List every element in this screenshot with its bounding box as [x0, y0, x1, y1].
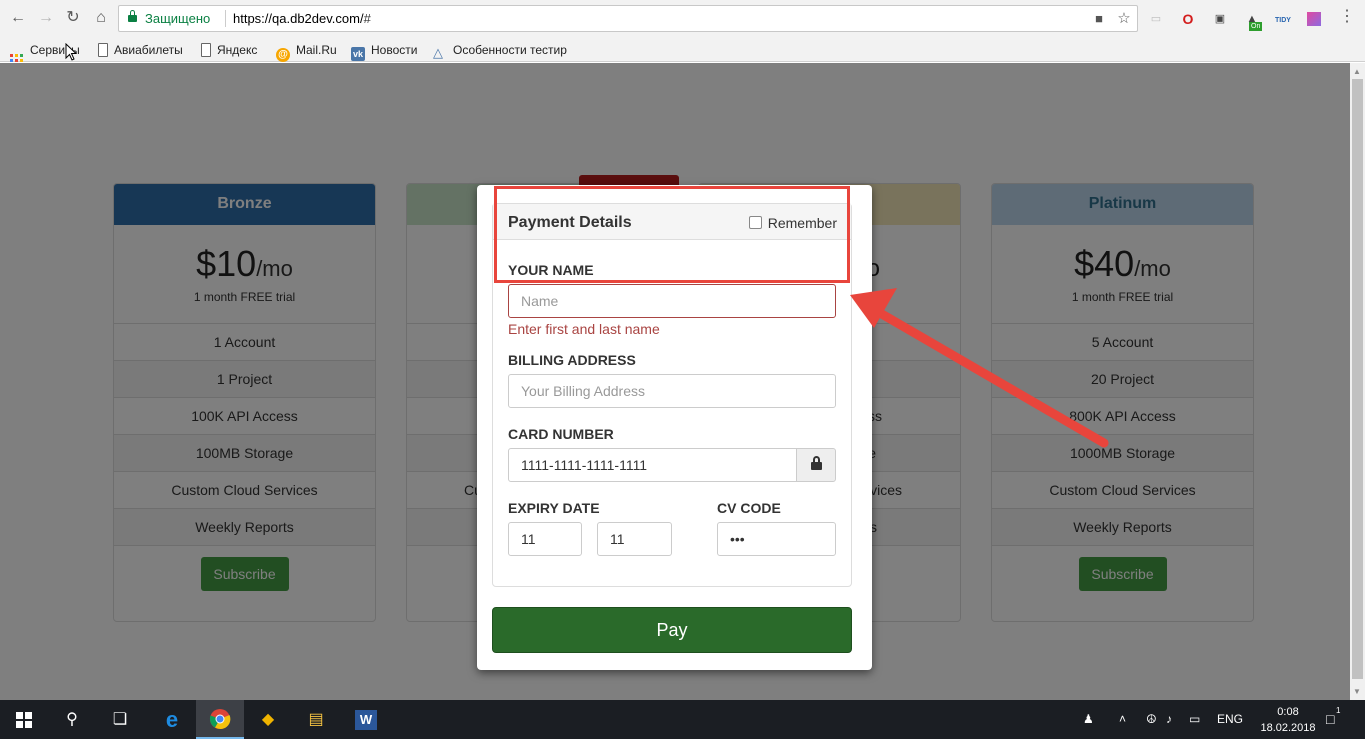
html-tidy-extension-icon[interactable]: TIDY — [1274, 10, 1292, 28]
bookmark-aviabilety[interactable]: Авиабилеты — [98, 41, 183, 59]
start-button[interactable] — [0, 700, 48, 739]
forward-arrow-icon[interactable]: → — [36, 8, 56, 28]
search-icon[interactable]: ⚲ — [48, 700, 96, 739]
page-icon — [201, 43, 211, 57]
chrome-menu-icon[interactable]: ⋮ — [1338, 9, 1356, 28]
url-separator — [225, 10, 226, 27]
blocked-popup-icon[interactable]: ■ — [1091, 11, 1107, 27]
git-app-icon[interactable]: ◆ — [244, 700, 292, 739]
home-icon[interactable]: ⌂ — [91, 8, 111, 28]
bookmark-osobennosti[interactable]: △ Особенности тестир — [433, 41, 567, 60]
browser-toolbar: ← → ↻ ⌂ Защищено https://qa.db2dev.com/#… — [0, 0, 1365, 37]
windows-logo-icon — [16, 712, 32, 728]
people-icon[interactable]: ♟ — [1083, 700, 1094, 739]
notifications-icon[interactable]: □ 1 — [1326, 700, 1340, 739]
bookmark-yandex[interactable]: Яндекс — [201, 41, 257, 59]
mouse-cursor-icon — [65, 43, 77, 61]
tray-expand-icon[interactable]: ˄ — [1119, 700, 1126, 739]
bookmark-mailru[interactable]: @ Mail.Ru — [276, 41, 337, 62]
clock[interactable]: 0:08 18.02.2018 — [1258, 704, 1318, 736]
chrome-taskbar-icon[interactable] — [196, 700, 244, 739]
battery-icon[interactable]: ▭ — [1189, 700, 1200, 739]
network-icon[interactable]: ☮ — [1146, 700, 1157, 739]
pdf-extension-icon[interactable]: ▭ — [1147, 10, 1165, 28]
task-view-icon[interactable]: ❏ — [96, 700, 144, 739]
extension-on-icon[interactable]: ▲ On — [1243, 10, 1263, 31]
secure-label: Защищено — [145, 11, 211, 26]
windows-taskbar: ⚲ ❏ e ◆ ▤ W ♟ ˄ ☮ ♪ ▭ ENG 0:08 18.02.201… — [0, 700, 1365, 739]
bookmarks-bar: Сервисы Авиабилеты Яндекс @ Mail.Ru vk Нов… — [0, 37, 1365, 68]
mailru-icon: @ — [276, 48, 290, 62]
annotation-arrow-icon — [850, 288, 1109, 448]
scroll-thumb[interactable] — [1352, 79, 1363, 679]
vk-icon: vk — [351, 47, 365, 61]
file-explorer-icon[interactable]: ▤ — [292, 700, 340, 739]
back-arrow-icon[interactable]: ← — [8, 8, 28, 28]
page-content: Bronze $10/mo 1 month FREE trial 1 Accou… — [0, 63, 1350, 700]
volume-icon[interactable]: ♪ — [1166, 700, 1172, 739]
screenshot-extension-icon[interactable]: ▣ — [1211, 10, 1229, 28]
page-icon — [98, 43, 108, 57]
flask-icon: △ — [433, 45, 443, 60]
bookmark-star-icon[interactable]: ☆ — [1116, 11, 1132, 27]
address-bar[interactable]: Защищено https://qa.db2dev.com/# ■ ☆ — [118, 5, 1138, 32]
opera-extension-icon[interactable]: O — [1179, 10, 1197, 28]
scroll-up-icon[interactable]: ▲ — [1353, 67, 1361, 76]
edge-browser-icon[interactable]: e — [148, 700, 196, 739]
word-app-icon[interactable]: W — [342, 700, 390, 739]
language-indicator[interactable]: ENG — [1217, 700, 1243, 739]
page-scrollbar[interactable]: ▲ ▼ — [1350, 63, 1365, 700]
bookmark-novosti[interactable]: vk Новости — [351, 41, 417, 61]
secure-lock-icon — [128, 10, 137, 23]
scroll-down-icon[interactable]: ▼ — [1353, 687, 1361, 696]
reload-icon[interactable]: ↻ — [63, 8, 83, 28]
url-text[interactable]: https://qa.db2dev.com/# — [233, 11, 371, 26]
clock-time: 0:08 — [1277, 706, 1299, 718]
color-extension-icon[interactable] — [1307, 12, 1321, 26]
clock-date: 18.02.2018 — [1260, 722, 1316, 734]
